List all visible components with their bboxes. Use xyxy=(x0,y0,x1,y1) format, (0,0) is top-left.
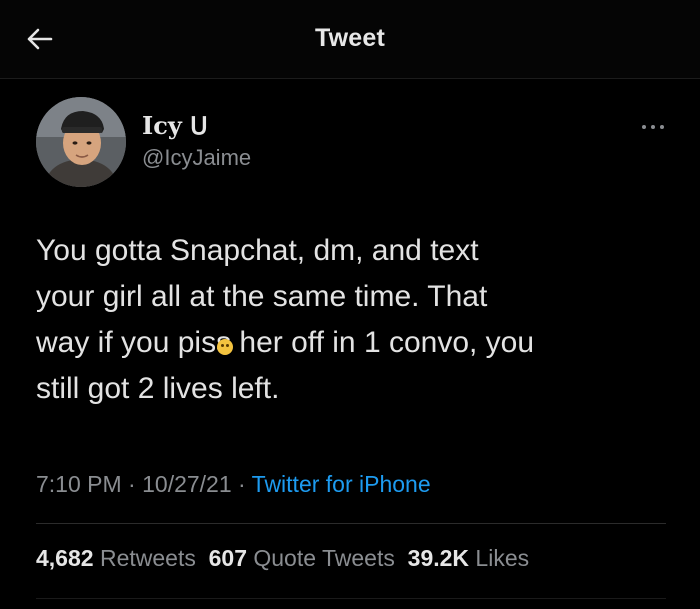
tweet-stats: 4,682 Retweets 607 Quote Tweets 39.2K Li… xyxy=(36,545,529,572)
tweet-meta: 7:10 PM · 10/27/21 · Twitter for iPhone xyxy=(36,471,431,498)
meta-separator: · xyxy=(231,471,252,497)
likes-stat[interactable]: 39.2K Likes xyxy=(408,545,529,571)
tweet-fragment: her off in 1 convo, you xyxy=(231,326,535,359)
more-options-button[interactable] xyxy=(636,116,670,138)
tweet-text: You gotta Snapchat, dm, and text your gi… xyxy=(36,228,676,412)
tweet-time[interactable]: 7:10 PM xyxy=(36,471,122,497)
top-bar: Tweet xyxy=(0,0,700,79)
tweet-fragment: way if you piss xyxy=(36,326,232,359)
likes-count: 39.2K xyxy=(407,545,470,571)
username[interactable]: @IcyJaime xyxy=(142,145,251,171)
quote-tweets-count: 607 xyxy=(208,545,247,571)
tweet-line: still got 2 lives left. xyxy=(36,372,280,405)
more-dots-icon xyxy=(642,125,664,129)
page-title: Tweet xyxy=(315,24,385,52)
avatar[interactable] xyxy=(36,97,126,187)
retweets-count: 4,682 xyxy=(36,545,94,571)
divider xyxy=(36,523,666,524)
display-name[interactable]: Icy ᑌ xyxy=(142,111,208,140)
tweet-date[interactable]: 10/27/21 xyxy=(142,471,232,497)
tweet-line: You gotta Snapchat, dm, and text xyxy=(36,234,479,267)
face-emoji-icon xyxy=(217,339,234,355)
divider xyxy=(36,598,666,599)
likes-label: Likes xyxy=(475,545,530,571)
profile-photo xyxy=(36,97,126,187)
tweet-line: way if you piss her off in 1 convo, you xyxy=(36,320,676,366)
tweet-source-link[interactable]: Twitter for iPhone xyxy=(252,471,431,497)
retweets-label: Retweets xyxy=(99,545,196,571)
quote-tweets-stat[interactable]: 607 Quote Tweets xyxy=(209,545,395,571)
meta-separator: · xyxy=(121,471,143,497)
retweets-stat[interactable]: 4,682 Retweets xyxy=(36,545,196,571)
quote-tweets-label: Quote Tweets xyxy=(253,545,395,571)
tweet-line: your girl all at the same time. That xyxy=(36,280,488,313)
